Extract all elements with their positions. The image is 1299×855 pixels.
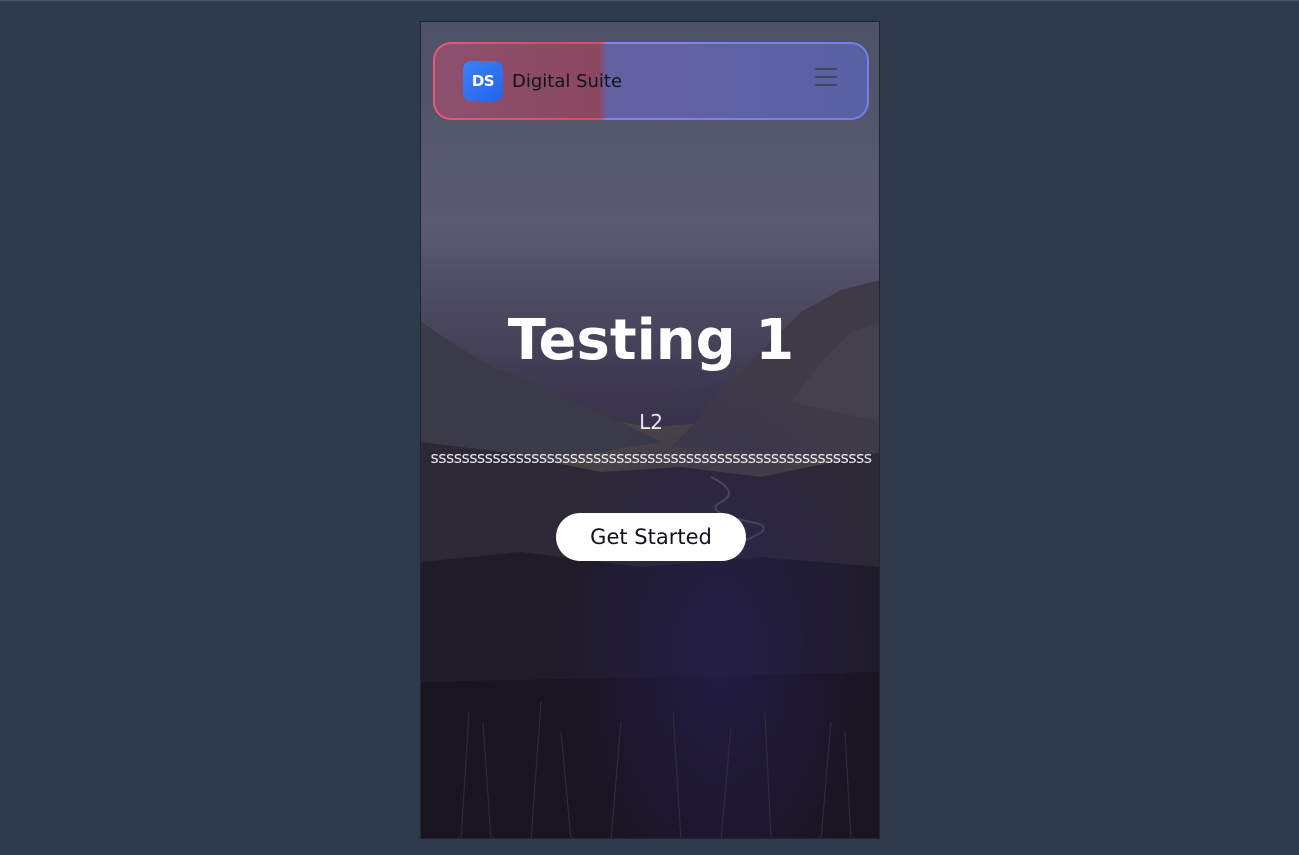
hero-subtitle: L2 <box>639 410 663 434</box>
hero-description: ssssssssssssssssssssssssssssssssssssssss… <box>430 448 873 467</box>
menu-bar-line <box>815 84 837 86</box>
menu-bar-line <box>815 76 837 78</box>
menu-bar-line <box>815 68 837 70</box>
get-started-button[interactable]: Get Started <box>556 513 746 561</box>
mobile-viewport: DS Digital Suite Testing 1 L2 ssssssssss… <box>420 21 880 839</box>
logo-badge[interactable]: DS <box>463 61 503 101</box>
hero-title: Testing 1 <box>507 308 795 373</box>
brand-name[interactable]: Digital Suite <box>512 71 622 93</box>
window-top-border <box>0 0 1299 1</box>
hamburger-menu-icon[interactable] <box>813 68 839 90</box>
top-navbar: DS Digital Suite <box>433 42 869 120</box>
